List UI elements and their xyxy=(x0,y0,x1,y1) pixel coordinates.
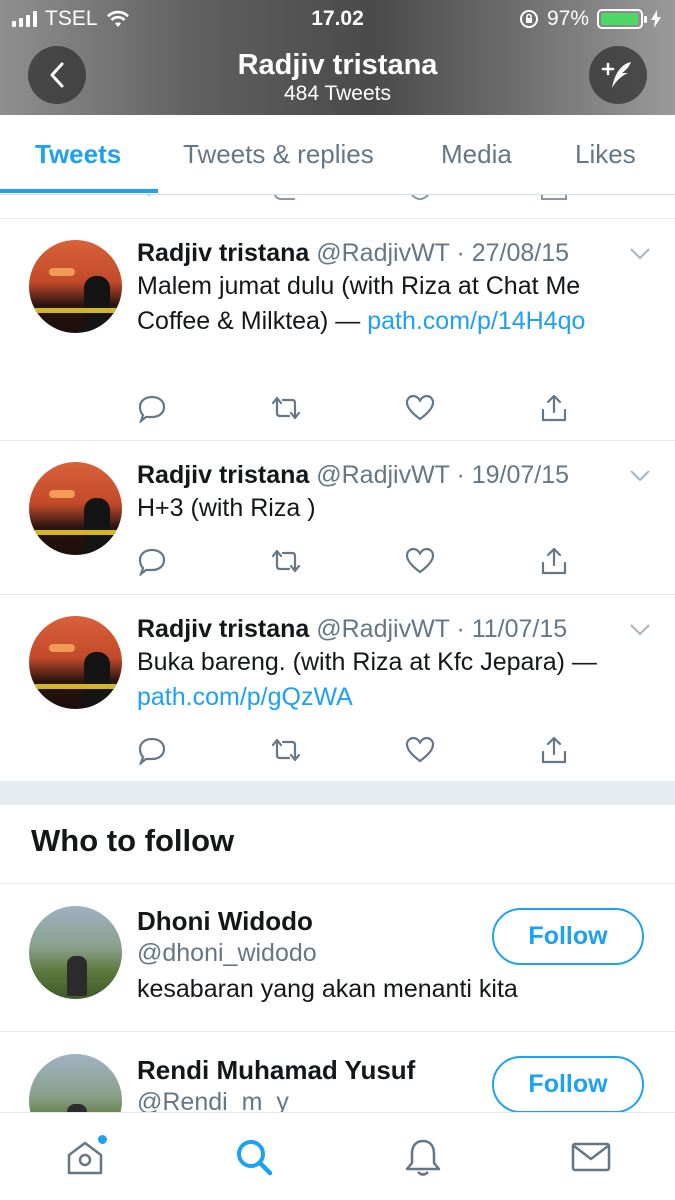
compose-tweet-button[interactable] xyxy=(589,46,647,104)
tweet-header: Radjiv tristana @RadjivWT · 27/08/15 xyxy=(137,239,569,268)
tweet-author-name[interactable]: Radjiv tristana xyxy=(137,239,309,267)
tweet-item[interactable]: Radjiv tristana @RadjivWT · 27/08/15 Mal… xyxy=(0,219,675,441)
tweet-text: H+3 (with Riza ) xyxy=(137,491,637,526)
profile-header: TSEL 17.02 97% Radjiv tristana 484 Tweet… xyxy=(0,0,675,115)
tab-likes[interactable]: Likes xyxy=(575,139,636,170)
avatar[interactable] xyxy=(29,240,122,333)
tweet-actions xyxy=(137,393,577,423)
tweet-handle-date: @RadjivWT · 19/07/15 xyxy=(316,461,570,489)
charging-icon xyxy=(651,10,661,28)
share-icon[interactable] xyxy=(539,735,569,765)
follow-suggestion[interactable]: Rendi Muhamad Yusuf @Rendi_m_y Follow xyxy=(0,1033,675,1112)
suggestion-name[interactable]: Dhoni Widodo xyxy=(137,906,313,937)
previous-tweet-actions-partial xyxy=(0,195,675,219)
tweet-actions xyxy=(137,546,577,576)
share-icon[interactable] xyxy=(539,393,569,423)
bottom-tab-bar xyxy=(0,1112,675,1200)
nav-home[interactable] xyxy=(63,1135,107,1179)
tweet-body: H+3 (with Riza ) xyxy=(137,494,316,522)
chevron-down-icon[interactable] xyxy=(629,623,651,637)
tweet-author-name[interactable]: Radjiv tristana xyxy=(137,461,309,489)
tweet-text: Buka bareng. (with Riza at Kfc Jepara) —… xyxy=(137,645,657,715)
retweet-icon[interactable] xyxy=(271,393,301,423)
retweet-icon[interactable] xyxy=(271,735,301,765)
follow-button[interactable]: Follow xyxy=(492,908,644,965)
suggestion-bio: kesabaran yang akan menanti kita xyxy=(137,975,518,1003)
tab-media[interactable]: Media xyxy=(441,139,512,170)
reply-icon[interactable] xyxy=(137,393,167,423)
nav-search[interactable] xyxy=(232,1135,276,1179)
heart-icon[interactable] xyxy=(405,546,435,576)
tweet-header: Radjiv tristana @RadjivWT · 19/07/15 xyxy=(137,461,569,490)
tweet-header: Radjiv tristana @RadjivWT · 11/07/15 xyxy=(137,615,567,644)
tweet-item[interactable]: Radjiv tristana @RadjivWT · 19/07/15 H+3… xyxy=(0,441,675,595)
tweet-handle-date: @RadjivWT · 11/07/15 xyxy=(316,615,568,643)
nav-notifications[interactable] xyxy=(401,1135,445,1179)
status-bar: TSEL 17.02 97% xyxy=(0,0,675,38)
nav-messages[interactable] xyxy=(569,1135,613,1179)
tweet-handle-date: @RadjivWT · 27/08/15 xyxy=(316,239,570,267)
tweet-text: Malem jumat dulu (with Riza at Chat Me C… xyxy=(137,269,637,339)
profile-name: Radjiv tristana xyxy=(237,49,438,81)
compose-tweet-icon xyxy=(601,62,631,88)
suggestion-handle: @Rendi_m_y xyxy=(137,1088,289,1112)
tab-tweets[interactable]: Tweets xyxy=(35,139,121,170)
suggestion-name[interactable]: Rendi Muhamad Yusuf xyxy=(137,1055,415,1086)
tweet-link[interactable]: path.com/p/14H4qo xyxy=(367,307,585,335)
search-icon xyxy=(237,1140,273,1176)
follow-button[interactable]: Follow xyxy=(492,1056,644,1112)
tweet-item[interactable]: Radjiv tristana @RadjivWT · 11/07/15 Buk… xyxy=(0,595,675,781)
reply-icon[interactable] xyxy=(137,735,167,765)
notifications-icon xyxy=(405,1139,441,1176)
reply-icon[interactable] xyxy=(137,546,167,576)
retweet-icon[interactable] xyxy=(271,546,301,576)
avatar[interactable] xyxy=(29,616,122,709)
battery-percent: 97% xyxy=(546,7,589,30)
avatar[interactable] xyxy=(29,1054,122,1112)
rotation-lock-icon xyxy=(519,10,538,28)
battery-info: 97% xyxy=(519,7,661,31)
share-icon[interactable] xyxy=(539,546,569,576)
tweet-author-name[interactable]: Radjiv tristana xyxy=(137,615,309,643)
notification-dot xyxy=(98,1135,107,1144)
section-divider xyxy=(0,781,675,805)
tab-tweets-replies[interactable]: Tweets & replies xyxy=(183,139,374,170)
who-to-follow-title: Who to follow xyxy=(31,823,235,858)
battery-icon xyxy=(597,9,647,29)
messages-icon xyxy=(571,1142,611,1172)
tweet-link[interactable]: path.com/p/gQzWA xyxy=(137,683,353,711)
tweet-body: Buka bareng. (with Riza at Kfc Jepara) — xyxy=(137,648,597,676)
follow-suggestion[interactable]: Dhoni Widodo @dhoni_widodo kesabaran yan… xyxy=(0,884,675,1032)
avatar[interactable] xyxy=(29,462,122,555)
chevron-down-icon[interactable] xyxy=(629,469,651,483)
heart-icon[interactable] xyxy=(405,735,435,765)
heart-icon[interactable] xyxy=(405,393,435,423)
avatar[interactable] xyxy=(29,906,122,999)
active-tab-indicator xyxy=(0,189,158,193)
profile-tabs: Tweets Tweets & replies Media Likes xyxy=(0,115,675,195)
tweet-count: 484 Tweets xyxy=(283,82,392,105)
tweet-actions xyxy=(137,735,577,765)
suggestion-handle: @dhoni_widodo xyxy=(137,939,317,967)
chevron-down-icon[interactable] xyxy=(629,247,651,261)
